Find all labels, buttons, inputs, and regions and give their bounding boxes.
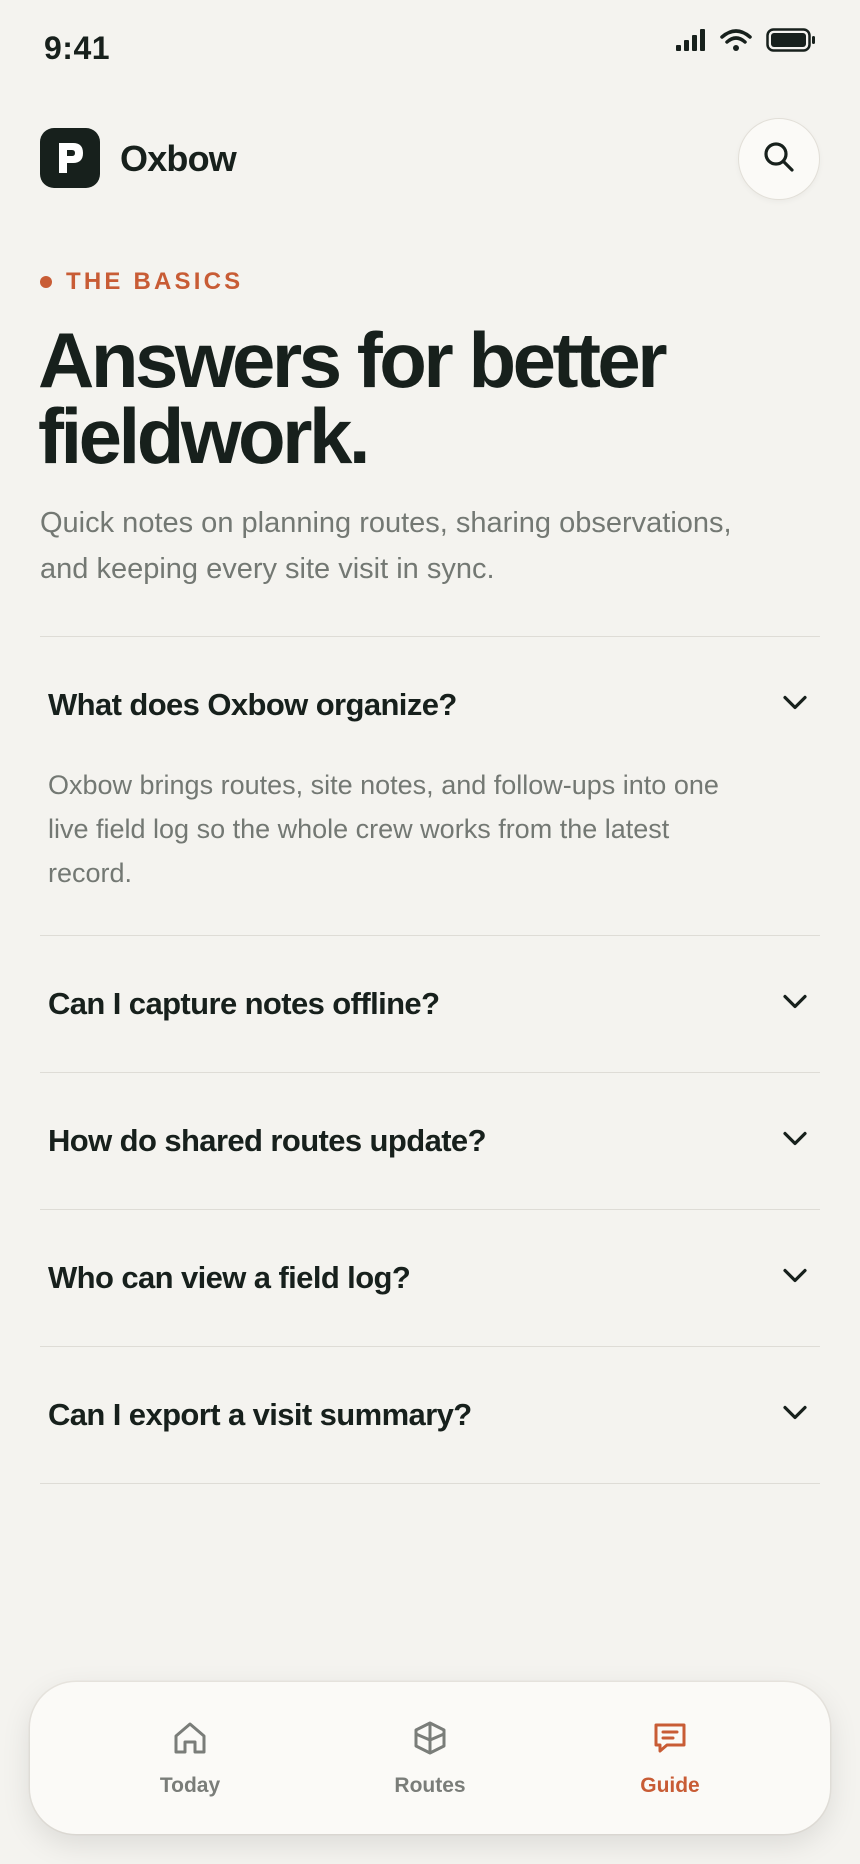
nav-item-routes[interactable]: Routes bbox=[330, 1719, 530, 1798]
faq-question-toggle[interactable]: How do shared routes update? bbox=[40, 1073, 820, 1209]
status-icons bbox=[676, 28, 816, 52]
chevron-down-icon bbox=[782, 994, 808, 1015]
chevron-down-icon bbox=[782, 1131, 808, 1152]
nav-label: Today bbox=[159, 1773, 221, 1797]
faq-item: How do shared routes update? bbox=[40, 1072, 820, 1209]
faq-question-toggle[interactable]: Who can view a field log? bbox=[40, 1210, 820, 1346]
faq-question: How do shared routes update? bbox=[48, 1123, 487, 1158]
faq-item: Who can view a field log? bbox=[40, 1209, 820, 1346]
chevron-down-icon bbox=[782, 1405, 808, 1426]
chat-icon bbox=[651, 1719, 689, 1762]
faq-question-toggle[interactable]: Can I capture notes offline? bbox=[40, 936, 820, 1072]
faq-question: What does Oxbow organize? bbox=[48, 687, 457, 722]
search-icon bbox=[762, 140, 796, 179]
home-icon bbox=[171, 1719, 209, 1762]
chevron-down-icon bbox=[782, 1268, 808, 1289]
app-header: Oxbow bbox=[40, 118, 820, 202]
oxbow-logo-icon bbox=[40, 128, 100, 188]
section-eyebrow: THE BASICS bbox=[40, 268, 243, 296]
faq-item: What does Oxbow organize? Oxbow brings r… bbox=[40, 636, 820, 935]
bottom-nav: Today Routes Guide bbox=[30, 1682, 830, 1834]
faq-question: Who can view a field log? bbox=[48, 1260, 411, 1295]
status-time: 9:41 bbox=[44, 30, 111, 66]
status-bar: 9:41 bbox=[0, 0, 860, 96]
faq-question: Can I capture notes offline? bbox=[48, 986, 440, 1021]
nav-item-today[interactable]: Today bbox=[90, 1719, 290, 1798]
app-name: Oxbow bbox=[120, 138, 237, 179]
map-icon bbox=[411, 1719, 449, 1762]
search-button[interactable] bbox=[738, 118, 820, 200]
signal-icon bbox=[676, 29, 706, 51]
nav-label: Guide bbox=[640, 1773, 700, 1797]
eyebrow-dot bbox=[40, 276, 52, 288]
chevron-down-icon bbox=[782, 695, 808, 716]
faq-list: What does Oxbow organize? Oxbow brings r… bbox=[40, 636, 820, 1484]
wifi-icon bbox=[720, 29, 752, 51]
nav-item-guide[interactable]: Guide bbox=[570, 1719, 770, 1798]
faq-item: Can I export a visit summary? bbox=[40, 1346, 820, 1484]
page-title: Answers for better fieldwork. bbox=[38, 316, 668, 480]
faq-item: Can I capture notes offline? bbox=[40, 935, 820, 1072]
faq-answer: Oxbow brings routes, site notes, and fol… bbox=[48, 770, 719, 888]
nav-label: Routes bbox=[394, 1773, 466, 1797]
faq-question-toggle[interactable]: What does Oxbow organize? bbox=[40, 637, 820, 773]
faq-question: Can I export a visit summary? bbox=[48, 1397, 472, 1432]
faq-question-toggle[interactable]: Can I export a visit summary? bbox=[40, 1347, 820, 1483]
battery-icon bbox=[766, 28, 816, 52]
eyebrow-label: THE BASICS bbox=[66, 268, 244, 295]
page-subtitle: Quick notes on planning routes, sharing … bbox=[40, 507, 732, 585]
